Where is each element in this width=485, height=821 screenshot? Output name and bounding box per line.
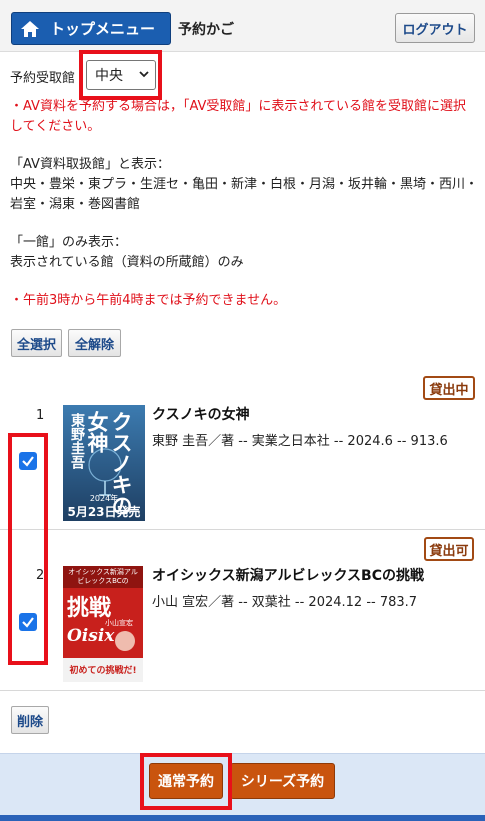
pickup-library-select[interactable]: 中央 [86, 60, 156, 90]
av-libraries-list: 中央・豊栄・東プラ・生涯セ・亀田・新津・白根・月潟・坂井輪・黒埼・西川・岩室・潟… [10, 177, 479, 212]
footer-bottom-line [0, 815, 485, 821]
cover-release-text: 5月23日発売 [67, 505, 141, 519]
book-title[interactable]: オイシックス新潟アルビレックスBCの挑戦 [152, 565, 424, 585]
cover-bottom-text: 初めての挑戦だ! [69, 666, 137, 676]
book-meta: 小山 宣宏／著 -- 双葉社 -- 2024.12 -- 783.7 [152, 595, 418, 610]
delete-button[interactable]: 削除 [11, 706, 49, 734]
book-title[interactable]: クスノキの女神 [152, 404, 250, 424]
item-number: 1 [36, 408, 45, 423]
av-notice: ・AV資料を予約する場合は，「AV受取館」に表示されている館を受取館に選択してく… [10, 99, 467, 134]
select-all-button[interactable]: 全選択 [11, 329, 62, 357]
single-library-heading: 「一館」のみ表示： [10, 235, 128, 250]
top-menu-label: トップメニュー [50, 20, 156, 38]
cover-author-vertical: 東野圭吾 [69, 413, 85, 469]
cover-top-text: オイシックス新潟アルビレックスBCの [68, 568, 138, 585]
single-library-description: 表示されている館（資料の所蔵館）のみ [10, 255, 244, 270]
status-badge: 貸出中 [423, 376, 475, 400]
home-icon [21, 20, 39, 37]
header-bar: トップメニュー 予約かご ログアウト [0, 0, 485, 52]
book-meta: 東野 圭吾／著 -- 実業之日本社 -- 2024.6 -- 913.6 [152, 434, 448, 449]
reserve-highlight-box [140, 753, 232, 810]
top-menu-button[interactable]: トップメニュー [11, 12, 171, 45]
item-divider [0, 690, 485, 691]
page-title: 予約かご [178, 22, 234, 38]
av-libraries-heading: 「AV資料取扱館」と表示： [10, 157, 170, 172]
cover-logo-text: Oisix [67, 626, 115, 646]
item-divider [0, 529, 485, 530]
series-reserve-button[interactable]: シリーズ予約 [230, 763, 335, 799]
pickup-library-label: 予約受取館 [10, 71, 76, 86]
time-notice: ・午前3時から午前4時までは予約できません。 [10, 293, 287, 308]
checkbox-highlight-box [8, 433, 48, 665]
logout-button[interactable]: ログアウト [395, 13, 475, 43]
book-cover-image[interactable]: クスノキの女神 東野圭吾 2024年 5月23日発売 [63, 405, 145, 521]
deselect-all-button[interactable]: 全解除 [68, 329, 121, 357]
book-cover-image[interactable]: オイシックス新潟アルビレックスBCの 挑戦 小山宣宏 Oisix 初めての挑戦だ… [63, 566, 143, 682]
pickup-selected-value: 中央 [95, 68, 123, 84]
status-badge: 貸出可 [424, 537, 474, 561]
chevron-down-icon [139, 71, 149, 78]
